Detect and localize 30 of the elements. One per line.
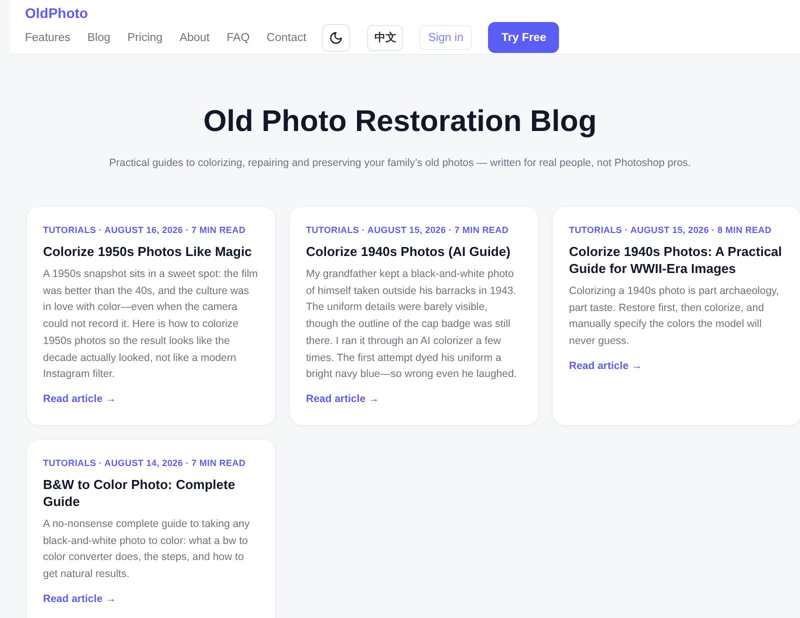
nav-link[interactable]: Pricing [127,32,163,44]
sign-in-button[interactable]: Sign in [419,25,472,50]
read-article-link[interactable]: Read article → [43,592,259,605]
moon-icon [329,30,344,44]
try-free-button[interactable]: Try Free [488,22,560,53]
article-title: Colorize 1950s Photos Like Magic [43,243,253,260]
article-meta: TUTORIALS · AUGUST 15, 2026 · 7 MIN READ [306,225,510,235]
article-meta: TUTORIALS · AUGUST 15, 2026 · 8 MIN READ [569,225,773,235]
theme-toggle-button[interactable] [322,24,350,52]
page-title: Old Photo Restoration Blog [203,105,597,139]
article-excerpt: A 1950s snapshot sits in a sweet spot: the film was better than the 40s, and the culture was in love with color—even when the camera could not record it. Here is how to colorize 1950s photos so the result looks like the decade actually looked, not like a modern Instagram filter. [43,267,259,382]
article-title: B&W to Color Photo: Complete Guide [43,476,236,510]
article-meta: TUTORIALS · AUGUST 14, 2026 · 7 MIN READ [43,458,247,468]
read-article-link[interactable]: Read article → [43,392,259,405]
page-subtitle: Practical guides to colorizing, repairing and preserving your family’s old photos — written for real people, not Photoshop pros. [109,157,691,169]
article-title: Colorize 1940s Photos (AI Guide) [306,243,512,260]
nav-link[interactable]: About [180,32,210,44]
read-article-link[interactable]: Read article → [306,392,522,405]
logo[interactable]: OldPhoto [25,5,785,21]
article-excerpt: Colorizing a 1940s photo is part archaeology, part taste. Restore first, then colorize, and manually specify the colors the model will never guess. [569,284,780,350]
nav-link[interactable]: FAQ [226,32,250,44]
nav-link[interactable]: Features [25,32,70,44]
language-button[interactable]: 中文 [367,24,404,50]
article-title: Colorize 1940s Photos: A Practical Guide for WWII-Era Images [569,243,783,277]
read-article-link[interactable]: Read article → [569,360,785,372]
article-excerpt: A no-nonsense complete guide to taking any black-and-white photo to color: what a bw to color converter does, the steps, and how to get natural results. [43,517,251,582]
article-excerpt: My grandfather kept a black-and-white photo of himself taken outside his barracks in 1943. The uniform details were barely visible, though the outline of the cap badge was still there. I ran it through an AI colorizer a few times. The first attempt dyed his uniform a bright navy blue—so wrong even he laughed. [306,267,518,382]
article-meta: TUTORIALS · AUGUST 16, 2026 · 7 MIN READ [43,225,247,235]
nav-link[interactable]: Blog [87,32,110,44]
nav-link[interactable]: Contact [266,32,306,44]
